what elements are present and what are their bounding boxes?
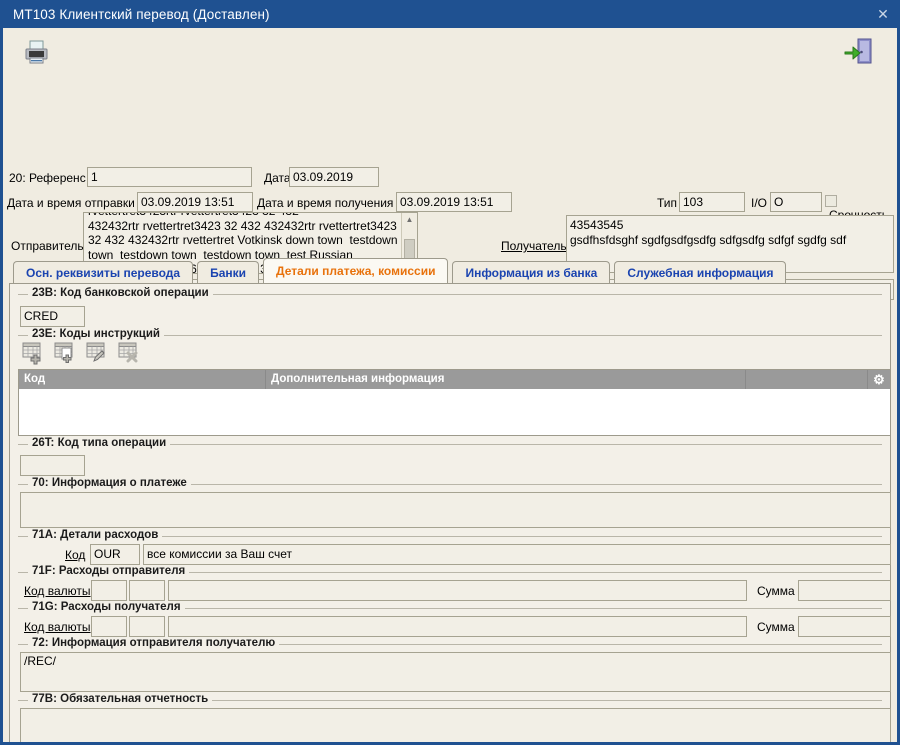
reference-label: 20: Референс	[9, 171, 86, 185]
header-form: 20: Референс 1 Дата 03.09.2019 Дата и вр…	[3, 76, 897, 300]
group-23b: 23B: Код банковской операции	[18, 287, 882, 320]
send-datetime-label: Дата и время отправки	[7, 196, 135, 210]
f71g-currency-desc-input	[168, 616, 747, 637]
reference-input[interactable]: 1	[87, 167, 252, 187]
gear-icon[interactable]: ⚙	[868, 372, 890, 388]
sender-label: Отправитель	[11, 239, 84, 253]
f77b-textarea[interactable]	[20, 708, 891, 742]
receiver-text: 43543545 gsdfhsfdsghf sgdfgsdfgsdfg sdfg…	[570, 218, 847, 247]
exit-button[interactable]	[842, 34, 876, 68]
window-toolbar	[3, 28, 897, 76]
f71g-currency-label[interactable]: Код валюты	[24, 620, 91, 634]
send-datetime-input[interactable]: 03.09.2019 13:51	[137, 192, 253, 212]
group-71g-title: 71G: Расходы получателя	[28, 601, 185, 613]
grid-add-icon[interactable]	[22, 341, 48, 365]
type-input[interactable]: 103	[679, 192, 745, 212]
scroll-up-icon[interactable]: ▲	[402, 213, 417, 227]
f71g-amount-label: Сумма	[757, 620, 795, 634]
f71a-code-input[interactable]: OUR	[90, 544, 140, 565]
f23e-grid-header: Код Дополнительная информация ⚙	[19, 370, 890, 389]
receiver-label[interactable]: Получатель	[501, 239, 567, 253]
f71g-currency-num-input[interactable]	[129, 616, 165, 637]
f71f-amount-input[interactable]	[798, 580, 891, 601]
type-label: Тип	[657, 196, 678, 210]
group-70-title: 70: Информация о платеже	[28, 477, 191, 489]
grid-copy-icon[interactable]	[54, 341, 80, 365]
f71g-amount-input[interactable]	[798, 616, 891, 637]
f70-textarea[interactable]	[20, 492, 891, 528]
f71f-currency-label[interactable]: Код валюты	[24, 584, 91, 598]
f71g-currency-code-input[interactable]	[91, 616, 127, 637]
f23b-input[interactable]: CRED	[20, 306, 85, 327]
grid-column-code[interactable]: Код	[19, 370, 266, 389]
group-26t: 26T: Код типа операции	[18, 437, 882, 464]
window-title: MT103 Клиентский перевод (Доставлен)	[13, 6, 270, 22]
grid-edit-icon[interactable]	[86, 341, 112, 365]
f71f-currency-code-input[interactable]	[91, 580, 127, 601]
print-button[interactable]	[19, 36, 53, 68]
f23e-grid-toolbar	[22, 341, 144, 365]
window-titlebar: MT103 Клиентский перевод (Доставлен) ✕	[3, 0, 897, 28]
receive-datetime-label: Дата и время получения	[257, 196, 394, 210]
mt103-window: MT103 Клиентский перевод (Доставлен) ✕ 2…	[0, 0, 900, 745]
f23e-grid-body[interactable]	[19, 389, 890, 435]
tab-service-info[interactable]: Служебная информация	[614, 261, 787, 283]
date-input[interactable]: 03.09.2019	[289, 167, 379, 187]
group-26t-title: 26T: Код типа операции	[28, 437, 171, 449]
f71f-currency-desc-input	[168, 580, 747, 601]
tab-bank-info[interactable]: Информация из банка	[452, 261, 611, 283]
receive-datetime-input[interactable]: 03.09.2019 13:51	[396, 192, 512, 212]
group-71a-title: 71A: Детали расходов	[28, 529, 163, 541]
tab-main-details[interactable]: Осн. реквизиты перевода	[13, 261, 194, 283]
f72-textarea[interactable]: /REC/	[20, 652, 891, 692]
group-77b-title: 77B: Обязательная отчетность	[28, 693, 213, 705]
close-button[interactable]: ✕	[866, 0, 897, 28]
f71a-code-label[interactable]: Код	[65, 548, 85, 562]
io-label: I/O	[751, 196, 768, 210]
f71a-description-input: все комиссии за Ваш счет	[143, 544, 891, 565]
group-23b-title: 23B: Код банковской операции	[28, 287, 213, 299]
grid-column-additional-info[interactable]: Дополнительная информация	[266, 370, 746, 389]
grid-delete-icon[interactable]	[118, 341, 144, 365]
group-72-title: 72: Информация отправителя получателю	[28, 637, 280, 649]
group-71f-title: 71F: Расходы отправителя	[28, 565, 190, 577]
grid-column-blank[interactable]	[746, 370, 868, 389]
group-23e-title: 23E: Коды инструкций	[28, 328, 164, 340]
group-23e: 23E: Коды инструкций	[18, 328, 882, 355]
io-input[interactable]: O	[770, 192, 822, 212]
payment-details-panel: 23B: Код банковской операции CRED 23E: К…	[9, 283, 891, 742]
urgency-checkbox-box[interactable]	[825, 195, 837, 207]
tab-banks[interactable]: Банки	[197, 261, 260, 283]
tabstrip: Осн. реквизиты перевода Банки Детали пла…	[3, 258, 897, 283]
tab-payment-details[interactable]: Детали платежа, комиссии	[263, 258, 449, 283]
f71f-amount-label: Сумма	[757, 584, 795, 598]
date-label: Дата	[264, 171, 291, 185]
f23e-grid[interactable]: Код Дополнительная информация ⚙	[18, 369, 891, 436]
f71f-currency-num-input[interactable]	[129, 580, 165, 601]
f26t-input[interactable]	[20, 455, 85, 476]
